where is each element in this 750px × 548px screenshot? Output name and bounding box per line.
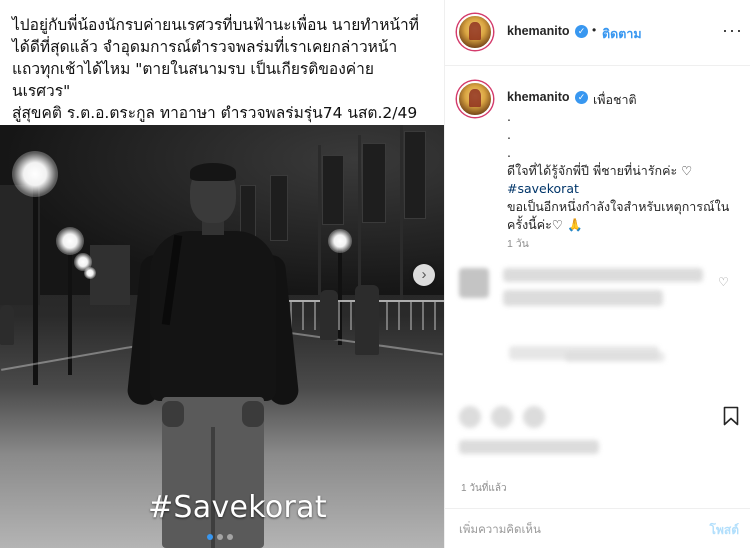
carousel-dot[interactable] [227, 534, 233, 540]
header-username[interactable]: khemanito [507, 24, 570, 38]
more-options-icon[interactable]: ··· [722, 20, 743, 41]
bystander [320, 290, 338, 340]
flag-banner [362, 143, 386, 223]
person-hand [162, 401, 184, 427]
post-media: ไปอยู่กับพี่น้องนักรบค่ายนเรศวรที่บนฟ้าน… [0, 0, 444, 548]
caption-first-line: เพื่อชาติ [593, 93, 637, 107]
caption-body: . . . ดีใจที่ได้รู้จักพี่ปี พี่ชายที่น่า… [507, 108, 743, 234]
blurred-action-icon [491, 406, 513, 428]
post-header: khemanito ✓ • ติดตาม ··· [445, 0, 750, 66]
carousel-dot[interactable] [217, 534, 223, 540]
blurred-comment [565, 352, 665, 362]
person-leg-gap [211, 427, 215, 548]
caption-username[interactable]: khemanito [507, 90, 570, 104]
overlay-line-1: ไปอยู่กับพี่น้องนักรบค่ายนเรศวรที่บนฟ้าน… [12, 16, 419, 34]
comment-bar: โพสต์ [445, 508, 750, 548]
overlay-line-5: สู่สุขคติ ร.ต.อ.ตระกูล ทาอาษา ตำรวจพลร่ม… [12, 104, 418, 122]
building [90, 245, 130, 305]
flag-pole [400, 125, 403, 300]
verified-badge-icon: ✓ [575, 25, 588, 38]
post-timestamp: 1 วันที่แล้ว [461, 483, 507, 494]
overlay-line-3: แถวทุกเช้าได้ไหม "ตายในสนามรบ เป็นเกียรต… [12, 60, 374, 78]
post-comment-button[interactable]: โพสต์ [710, 521, 739, 540]
person-hair [190, 163, 236, 181]
carousel-dots [207, 534, 233, 540]
caption-line: ดีใจที่ได้รู้จักพี่ปี พี่ชายที่น่ารักค่ะ… [507, 163, 693, 178]
action-bar [445, 398, 750, 458]
hashtag-overlay: #Savekorat [148, 490, 327, 525]
overlay-line-2: ได้ดีที่สุดแล้ว จำอุดมการณ์ตำรวจพลร่มที่… [12, 38, 398, 56]
caption-line: . [507, 127, 511, 142]
bookmark-icon[interactable] [723, 406, 739, 426]
caption-line: . [507, 145, 511, 160]
flag-pole [358, 135, 361, 295]
flag-banner [322, 155, 344, 225]
bystander [355, 285, 379, 355]
blurred-action-icon [459, 406, 481, 428]
street-lamp [56, 227, 84, 255]
post-sidebar: khemanito ✓ • ติดตาม ··· khemanito ✓ เพื… [444, 0, 750, 548]
street-lamp [84, 267, 96, 279]
caption-avatar[interactable] [457, 81, 493, 117]
carousel-dot[interactable] [207, 534, 213, 540]
person-hand [242, 401, 264, 427]
blurred-comment [503, 268, 703, 282]
image-text-overlay: ไปอยู่กับพี่น้องนักรบค่ายนเรศวรที่บนฟ้าน… [0, 0, 444, 125]
lamp-post [338, 245, 342, 345]
caption-timestamp: 1 วัน [507, 238, 529, 250]
post-photo [0, 125, 444, 548]
avatar[interactable] [457, 14, 493, 50]
blurred-action-icon [523, 406, 545, 428]
comment-input[interactable] [459, 519, 689, 539]
caption-hashtag-link[interactable]: #savekorat [507, 180, 743, 198]
street-lamp [12, 151, 58, 197]
comment-like-heart-icon[interactable]: ♡ [718, 275, 729, 289]
verified-badge-icon: ✓ [575, 91, 588, 104]
lamp-post [33, 185, 38, 385]
flag-banner [404, 131, 426, 219]
blurred-comment [503, 290, 663, 306]
caption-closing: ขอเป็นอีกหนึ่งกำลังใจสำหรับเหตุการณ์ในคร… [507, 199, 730, 232]
bystander [0, 305, 14, 345]
carousel-next-button[interactable]: › [413, 264, 435, 286]
comment-avatar [459, 268, 489, 298]
street-lamp [328, 229, 352, 253]
overlay-line-4: นเรศวร" [12, 82, 71, 100]
header-separator: • [592, 23, 597, 37]
flag-pole [318, 145, 321, 295]
blurred-likes [459, 440, 599, 454]
caption-line: . [507, 109, 511, 124]
follow-button[interactable]: ติดตาม [602, 24, 642, 44]
